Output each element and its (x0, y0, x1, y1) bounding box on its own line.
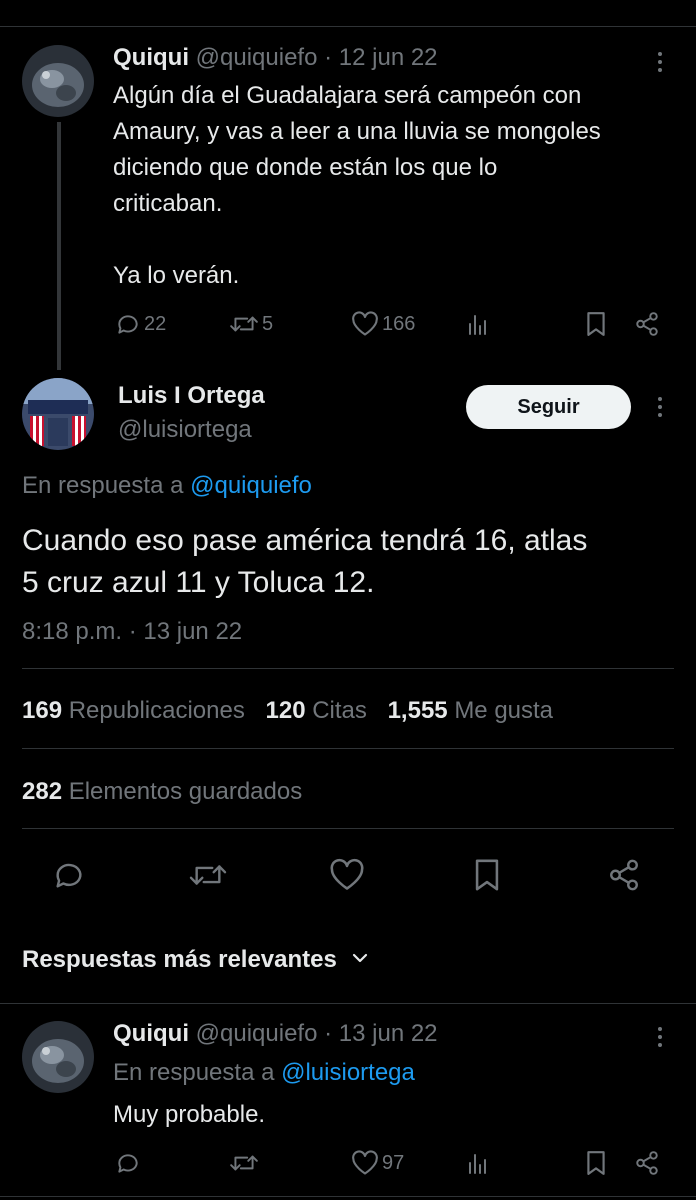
tweet-date[interactable]: · 13 jun 22 (324, 1020, 437, 1047)
chevron-down-icon (351, 949, 369, 972)
tweet-text-line: Cuando eso pase américa tendrá 16, atlas (22, 524, 588, 557)
divider (22, 668, 674, 669)
like-button[interactable]: 166 (351, 311, 415, 337)
author-name[interactable]: Luis I Ortega (118, 382, 265, 410)
more-icon[interactable] (657, 52, 663, 76)
tweet-header: Quiqui @quiquiefo · 13 jun 22 (113, 1020, 438, 1048)
reply-button[interactable]: 22 (115, 311, 166, 337)
quotes-stat[interactable]: 120 Citas (266, 697, 367, 724)
tweet-text-line: Amaury, y vas a leer a una lluvia se mon… (113, 118, 601, 145)
views-icon[interactable] (466, 311, 490, 337)
reply-context: En respuesta a @luisiortega (113, 1059, 415, 1087)
like-icon (351, 1150, 379, 1176)
reply-icon[interactable] (52, 858, 86, 892)
bookmarks-stat[interactable]: 282 Elementos guardados (22, 778, 302, 806)
replies-sort-dropdown[interactable]: Respuestas más relevantes (22, 946, 369, 974)
tweet-timestamp[interactable]: 8:18 p.m. · 13 jun 22 (22, 618, 242, 646)
divider (22, 828, 674, 829)
more-icon[interactable] (657, 1027, 663, 1051)
avatar[interactable] (22, 45, 94, 117)
author-name[interactable]: Quiqui (113, 1020, 189, 1047)
likes-count: 1,555 (387, 697, 448, 724)
follow-button[interactable]: Seguir (466, 385, 631, 429)
bookmark-icon[interactable] (584, 1150, 608, 1176)
tweet-text-line: 5 cruz azul 11 y Toluca 12. (22, 566, 375, 599)
engagement-stats: 169 Republicaciones 120 Citas 1,555 Me g… (22, 697, 553, 725)
tweet-text: Muy probable. (113, 1101, 266, 1128)
like-icon[interactable] (329, 858, 365, 892)
tweet-text: Cuando eso pase américa tendrá 16, atlas… (22, 520, 682, 604)
like-count: 97 (382, 1151, 405, 1174)
reposts-count: 169 (22, 697, 63, 724)
retweet-icon[interactable] (188, 858, 228, 892)
reply-prefix: En respuesta a (113, 1059, 275, 1086)
share-icon[interactable] (634, 311, 660, 337)
bookmarks-count: 282 (22, 778, 63, 805)
retweet-icon (229, 311, 259, 337)
share-icon[interactable] (634, 1150, 660, 1176)
views-icon[interactable] (466, 1150, 490, 1176)
reply-prefix: En respuesta a (22, 472, 184, 499)
author-handle[interactable]: @quiquiefo (196, 1020, 318, 1047)
retweet-count: 5 (262, 312, 274, 335)
author-name[interactable]: Quiqui (113, 44, 189, 71)
tweet-text-line: criticaban. (113, 190, 223, 217)
tweet-text-line: diciendo que donde están los que lo (113, 154, 498, 181)
reposts-label: Republicaciones (68, 697, 245, 724)
bookmark-icon[interactable] (472, 858, 502, 892)
quotes-label: Citas (312, 697, 367, 724)
like-icon (351, 311, 379, 337)
top-divider (0, 26, 696, 27)
tweet-text: Algún día el Guadalajara será campeón co… (113, 78, 673, 294)
bookmarks-label: Elementos guardados (68, 778, 303, 805)
reply-icon (115, 311, 141, 337)
section-divider (0, 1003, 696, 1004)
like-count: 166 (382, 312, 416, 335)
more-icon[interactable] (657, 397, 663, 421)
author-handle[interactable]: @quiquiefo (196, 44, 318, 71)
tweet-text-blank (113, 222, 673, 258)
share-icon[interactable] (606, 858, 642, 892)
reply-count: 22 (144, 312, 167, 335)
reply-context: En respuesta a @quiquiefo (22, 472, 312, 500)
reposts-stat[interactable]: 169 Republicaciones (22, 697, 245, 724)
likes-stat[interactable]: 1,555 Me gusta (388, 697, 553, 724)
bookmark-icon[interactable] (584, 311, 608, 337)
tweet-header: Quiqui @quiquiefo · 12 jun 22 (113, 44, 438, 72)
avatar[interactable] (22, 1021, 94, 1093)
reply-to-link[interactable]: @quiquiefo (190, 472, 312, 499)
tweet-text-line: Ya lo verán. (113, 262, 240, 289)
replies-sort-label: Respuestas más relevantes (22, 946, 337, 973)
avatar[interactable] (22, 378, 94, 450)
likes-label: Me gusta (454, 697, 554, 724)
retweet-icon[interactable] (229, 1150, 259, 1176)
quotes-count: 120 (265, 697, 306, 724)
tweet-date[interactable]: · 12 jun 22 (324, 44, 437, 71)
bottom-divider (0, 1196, 696, 1197)
tweet-text-line: Algún día el Guadalajara será campeón co… (113, 82, 582, 109)
retweet-button[interactable]: 5 (229, 311, 273, 337)
thread-line (57, 122, 61, 370)
reply-icon[interactable] (115, 1150, 141, 1176)
author-handle[interactable]: @luisiortega (118, 416, 252, 444)
reply-to-link[interactable]: @luisiortega (281, 1059, 415, 1086)
like-button[interactable]: 97 (351, 1150, 404, 1176)
divider (22, 748, 674, 749)
